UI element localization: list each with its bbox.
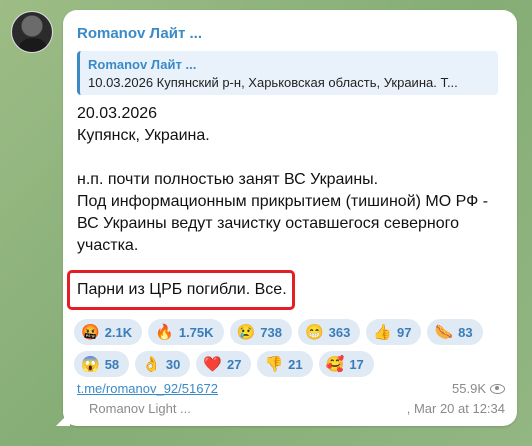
reply-text: 10.03.2026 Купянский р-н, Харьковская об… xyxy=(88,75,458,90)
reaction-count: 363 xyxy=(328,324,351,340)
reaction-emoji-icon: 🌭 xyxy=(434,323,454,341)
reaction-button[interactable]: 😱 58 xyxy=(74,351,130,377)
reaction-count: 2.1K xyxy=(104,324,133,340)
reaction-emoji-icon: 🤬 xyxy=(81,323,100,341)
reaction-button[interactable]: 👌 30 xyxy=(135,351,191,377)
eye-icon xyxy=(490,383,505,394)
reaction-button[interactable]: 🤬 2.1K xyxy=(74,319,143,345)
message-location: Купянск, Украина. xyxy=(77,127,210,144)
reactions-row: 🤬 2.1K 🔥 1.75K 😢 738 😁 363 👍 97 🌭 83 xyxy=(74,319,514,345)
reaction-emoji-icon: 😢 xyxy=(236,323,256,341)
reply-preview[interactable]: Romanov Лайт ... 10.03.2026 Купянский р-… xyxy=(77,51,498,95)
reaction-emoji-icon: 👍 xyxy=(373,323,393,341)
message-line: участка. xyxy=(77,237,139,254)
reaction-button[interactable]: 🌭 83 xyxy=(427,319,483,345)
message-text: 20.03.2026 Купянск, Украина. н.п. почти … xyxy=(77,103,507,257)
post-link[interactable]: t.me/romanov_92/51672 xyxy=(77,381,218,396)
reaction-button[interactable]: 😢 738 xyxy=(229,319,292,345)
channel-avatar[interactable] xyxy=(11,11,53,53)
reaction-emoji-icon: 🥰 xyxy=(325,355,345,373)
message-line: Под информационным прикрытием (тишиной) … xyxy=(77,193,489,210)
reaction-count: 83 xyxy=(458,324,473,340)
reaction-count: 738 xyxy=(260,324,282,340)
reaction-emoji-icon: ❤️ xyxy=(203,355,222,373)
reaction-emoji-icon: 👎 xyxy=(264,355,284,373)
reactions: 🤬 2.1K 🔥 1.75K 😢 738 😁 363 👍 97 🌭 83 😱 58 👌 30 ❤️ 27 👎 21 🥰… xyxy=(74,319,514,383)
reaction-button[interactable]: 🔥 1.75K xyxy=(148,319,224,345)
reaction-button[interactable]: 🥰 17 xyxy=(318,351,374,377)
reply-sender: Romanov Лайт ... xyxy=(88,57,197,72)
post-author: Romanov Light ... xyxy=(89,401,191,416)
reaction-count: 58 xyxy=(104,356,120,372)
highlighted-text: Парни из ЦРБ погибли. Все. xyxy=(77,281,287,298)
view-count-value: 55.9K xyxy=(452,381,486,396)
reaction-emoji-icon: 👌 xyxy=(142,355,161,373)
reaction-count: 17 xyxy=(349,356,364,372)
reaction-count: 21 xyxy=(288,356,303,372)
reaction-count: 97 xyxy=(397,324,412,340)
reaction-emoji-icon: 🔥 xyxy=(155,323,174,341)
reaction-count: 1.75K xyxy=(178,324,214,340)
reactions-row: 😱 58 👌 30 ❤️ 27 👎 21 🥰 17 xyxy=(74,351,514,377)
sender-name[interactable]: Romanov Лайт ... xyxy=(77,25,202,42)
reaction-count: 30 xyxy=(165,356,181,372)
reaction-count: 27 xyxy=(227,356,242,372)
message-line: ВС Украины ведут зачистку оставшегося се… xyxy=(77,215,459,232)
message-line: н.п. почти полностью занят ВС Украины. xyxy=(77,171,379,188)
reaction-emoji-icon: 😱 xyxy=(81,355,100,373)
reaction-button[interactable]: 👍 97 xyxy=(366,319,422,345)
view-count: 55.9K xyxy=(452,381,505,396)
post-timestamp: , Mar 20 at 12:34 xyxy=(406,401,505,416)
reaction-emoji-icon: 😁 xyxy=(304,323,324,341)
reaction-button[interactable]: 😁 363 xyxy=(297,319,361,345)
reaction-button[interactable]: 👎 21 xyxy=(257,351,313,377)
reaction-button[interactable]: ❤️ 27 xyxy=(196,351,252,377)
message-bubble: Romanov Лайт ... Romanov Лайт ... 10.03.… xyxy=(63,10,517,426)
message-date: 20.03.2026 xyxy=(77,105,158,122)
